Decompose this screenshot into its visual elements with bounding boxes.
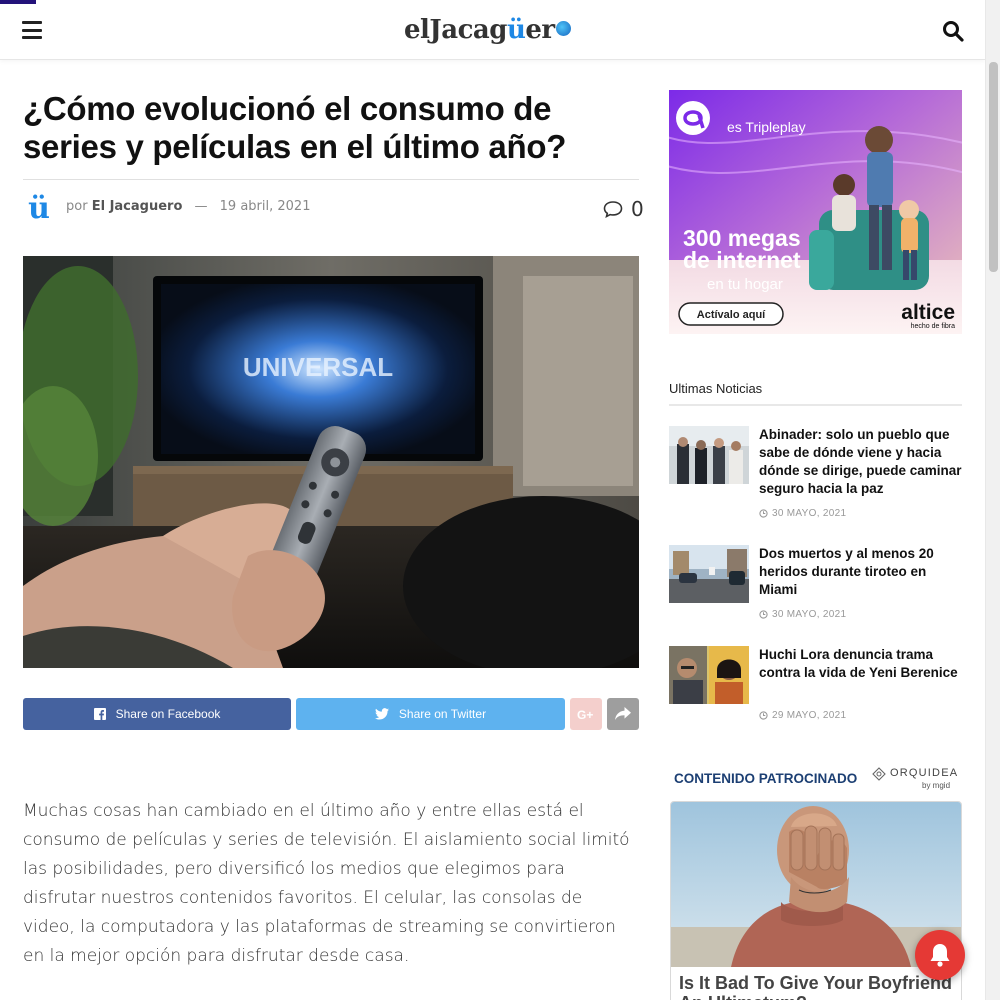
news-title[interactable]: Dos muertos y al menos 20 heridos durant… [759,545,964,599]
orquidea-mgid-logo[interactable]: ORQUIDEA by mgid [872,767,962,793]
news-date: 30 MAYO, 2021 [759,609,846,620]
share-more-button[interactable] [607,698,639,730]
bell-icon [930,944,950,967]
globe-icon [555,20,571,36]
altice-ad-banner[interactable]: 300 megas de internet en tu hogar es Tri… [669,90,962,334]
facebook-icon [93,708,106,720]
clock-icon [759,509,768,518]
news-title[interactable]: Abinader: solo un pueblo que sabe de dón… [759,426,964,498]
comment-count: 0 [631,197,644,221]
google-plus-icon: G+ [577,708,593,720]
top-accent-bar [0,0,36,4]
sponsored-content-heading: CONTENIDO PATROCINADO [674,771,858,786]
news-thumbnail[interactable] [669,426,749,484]
notification-bell-button[interactable] [915,930,965,980]
ad-tagline: hecho de fibra [911,323,955,330]
share-facebook-button[interactable]: Share on Facebook [23,698,291,730]
site-header: elJacagüer [0,0,985,60]
ad-brand-line: es Tripleplay [727,119,806,135]
comment-icon [603,201,623,218]
hamburger-menu-icon[interactable] [22,21,42,39]
news-thumbnail[interactable] [669,646,749,704]
news-date: 29 MAYO, 2021 [759,710,846,721]
page-scrollbar[interactable] [985,0,1000,1000]
clock-icon [759,711,768,720]
svg-text:UNIVERSAL: UNIVERSAL [243,352,393,382]
svg-text:G+: G+ [577,708,593,720]
twitter-icon [374,708,389,720]
clock-icon [759,610,768,619]
sponsored-headline[interactable]: Is It Bad To Give Your Boyfriend An Ulti… [679,973,959,1000]
publish-date: 19 abril, 2021 [219,199,311,214]
sponsored-card[interactable]: Is It Bad To Give Your Boyfriend An Ulti… [670,801,962,1000]
scrollbar-thumb[interactable] [989,62,998,272]
site-logo[interactable]: elJacagüer [404,12,571,48]
author-link[interactable]: El Jacaguero [92,199,183,214]
ad-company: altice [901,301,955,324]
article-hero-image: UNIVERSAL [23,256,639,668]
article-title: ¿Cómo evolucionó el consumo de series y … [23,90,567,165]
article-body: Muchas cosas han cambiado en el último a… [23,801,630,966]
author-avatar[interactable]: ü [23,193,55,225]
orchid-icon [872,767,886,781]
news-thumbnail[interactable] [669,545,749,603]
share-bar: Share on Facebook Share on Twitter G+ [23,698,639,730]
share-google-plus-button[interactable]: G+ [570,698,602,730]
article-meta: por El Jacaguero — 19 abril, 2021 [66,199,311,214]
share-icon [615,707,631,720]
title-divider [23,179,639,180]
ad-subline: en tu hogar [707,276,783,293]
share-twitter-button[interactable]: Share on Twitter [296,698,565,730]
comments-link[interactable]: 0 [603,197,644,221]
news-title[interactable]: Huchi Lora denuncia trama contra la vida… [759,646,964,682]
ad-cta[interactable]: Actívalo aquí [697,309,766,321]
search-icon[interactable] [942,20,964,42]
news-date: 30 MAYO, 2021 [759,508,846,519]
latest-news-heading: Ultimas Noticias [669,381,962,406]
ad-headline-2: de internet [683,247,801,273]
